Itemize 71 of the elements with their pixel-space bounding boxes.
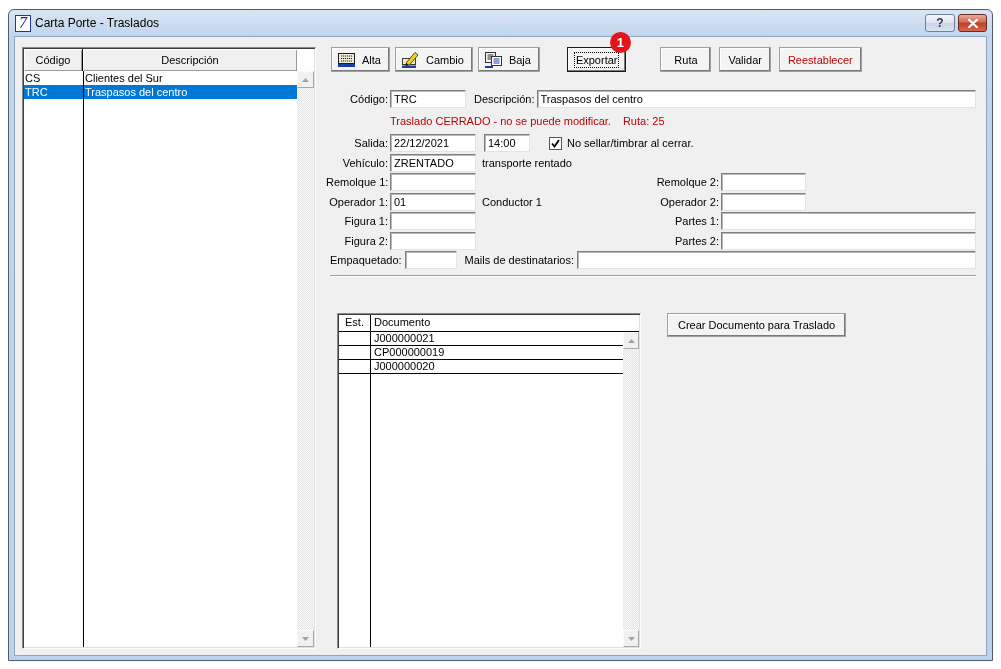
column-header[interactable]: Est. [339, 315, 371, 331]
field-label: Mails de destinatarios: [464, 254, 574, 266]
input-field[interactable] [721, 212, 976, 230]
toolbar-button[interactable]: Validar [719, 47, 771, 72]
keyboard-icon [338, 52, 355, 67]
field-label: Remolque 1: [326, 176, 388, 188]
table-cell-text: Clientes del Sur [84, 71, 164, 85]
column-header[interactable]: Código [24, 49, 83, 71]
column-header[interactable]: Descripción [83, 49, 297, 71]
field-label: Partes 2: [674, 234, 719, 247]
table-cell-text: Traspasos del centro [84, 85, 189, 99]
input-field[interactable] [721, 192, 806, 211]
table-cell-text: J000000021 [373, 332, 436, 345]
route-note: Ruta: 25 [622, 115, 665, 127]
field-note: Conductor 1 [482, 195, 542, 208]
pencil-icon [401, 51, 419, 68]
field-label: Descripción: [474, 93, 535, 105]
input-field[interactable] [721, 173, 806, 191]
checkbox[interactable] [549, 136, 562, 150]
input-field[interactable] [404, 251, 457, 269]
input-field[interactable]: TRC [390, 90, 466, 108]
window-title: Carta Porte - Traslados [35, 16, 160, 30]
down-arrow-icon [302, 636, 309, 641]
input-field[interactable]: ZRENTADO [390, 153, 476, 172]
table-cell: TRC [24, 85, 84, 99]
field-label: Código: [349, 93, 388, 105]
table-cell-text: CP000000019 [373, 346, 446, 359]
input-field[interactable] [390, 212, 476, 230]
delete-button[interactable]: Baja [477, 47, 540, 72]
toolbar-button[interactable]: Exportar [566, 47, 627, 72]
time-field[interactable]: 14:00 [484, 134, 530, 152]
reset-button[interactable]: Reestablecer [778, 47, 862, 72]
scroll-up-button[interactable] [623, 332, 639, 349]
input-field[interactable]: Traspasos del centro [536, 90, 976, 108]
add-button[interactable]: Alta [331, 47, 390, 72]
scroll-down-button[interactable] [623, 630, 639, 647]
field-label: Vehículo: [341, 156, 388, 169]
status-message: Traslado CERRADO - no se puede modificar. [390, 115, 611, 127]
scroll-down-button[interactable] [297, 630, 314, 647]
number-badge: 1 [609, 32, 631, 53]
down-arrow-icon [627, 636, 635, 641]
scroll-up-button[interactable] [297, 71, 314, 88]
app-logo: 7 [15, 14, 31, 32]
field-label: Empaquetado: [330, 254, 402, 266]
input-field[interactable]: 01 [390, 192, 476, 211]
date-field[interactable]: 22/12/2021 [390, 134, 476, 152]
up-arrow-icon [627, 338, 635, 343]
list-row[interactable]: TRC Traspasos del centro [24, 85, 297, 99]
input-field[interactable] [390, 231, 476, 250]
table-cell-text: J000000020 [373, 360, 436, 373]
field-label: Remolque 2: [656, 176, 719, 188]
close-button[interactable] [958, 14, 987, 32]
field-label: Operador 1: [328, 195, 388, 208]
field-label: Salida: [353, 137, 388, 149]
input-field[interactable] [577, 251, 976, 269]
field-label: Partes 1: [674, 215, 719, 227]
documents-icon [484, 51, 502, 68]
toolbar-button[interactable]: Ruta [660, 47, 712, 72]
field-note: transporte rentado [482, 156, 572, 169]
input-field[interactable] [721, 231, 976, 250]
close-icon [967, 18, 978, 28]
field-label: Figura 2: [343, 234, 388, 247]
help-button[interactable]: ? [925, 14, 955, 32]
checkbox-label[interactable]: No sellar/timbrar al cerrar. [567, 137, 694, 149]
create-document-button[interactable]: Crear Documento para Traslado [667, 313, 847, 337]
up-arrow-icon [302, 77, 309, 82]
column-header[interactable]: Documento [371, 315, 639, 331]
input-field[interactable] [390, 173, 476, 191]
field-label: Operador 2: [660, 195, 719, 208]
field-label: Figura 1: [343, 215, 388, 227]
edit-button[interactable]: Cambio [394, 47, 473, 72]
